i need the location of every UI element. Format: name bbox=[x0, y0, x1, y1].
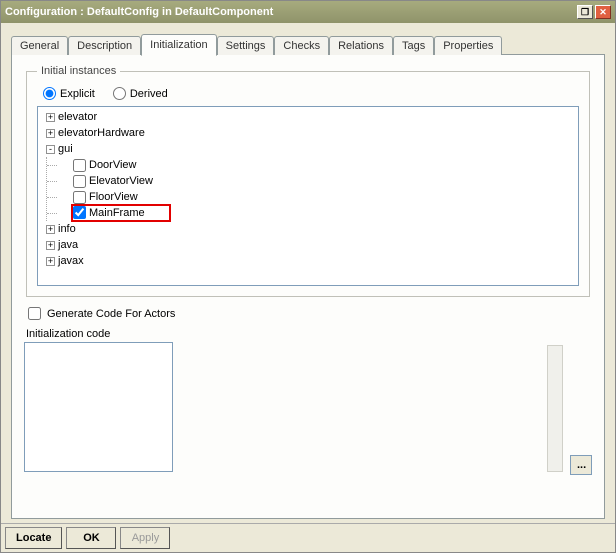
expand-icon[interactable]: + bbox=[46, 113, 55, 122]
tab-initialization[interactable]: Initialization bbox=[141, 34, 216, 56]
expand-icon[interactable]: + bbox=[46, 225, 55, 234]
tab-checks[interactable]: Checks bbox=[274, 36, 329, 55]
dialog-button-bar: Locate OK Apply bbox=[1, 523, 615, 552]
init-code-browse-button[interactable]: ... bbox=[570, 455, 592, 475]
tree-leaf-elevatorview[interactable]: ElevatorView bbox=[89, 175, 153, 187]
close-icon[interactable]: ✕ bbox=[595, 5, 611, 19]
tab-properties[interactable]: Properties bbox=[434, 36, 502, 55]
config-dialog: Configuration : DefaultConfig in Default… bbox=[0, 0, 616, 553]
init-code-textarea[interactable] bbox=[24, 342, 173, 472]
apply-button[interactable]: Apply bbox=[120, 527, 170, 549]
checkbox-doorview[interactable] bbox=[73, 159, 86, 172]
locate-button[interactable]: Locate bbox=[5, 527, 62, 549]
checkbox-floorview[interactable] bbox=[73, 191, 86, 204]
tab-general[interactable]: General bbox=[11, 36, 68, 55]
tab-settings[interactable]: Settings bbox=[217, 36, 275, 55]
tree-node-elevator[interactable]: elevator bbox=[58, 111, 97, 123]
init-code-label: Initialization code bbox=[26, 328, 590, 340]
window-title: Configuration : DefaultConfig in Default… bbox=[5, 6, 577, 18]
collapse-icon[interactable]: - bbox=[46, 145, 55, 154]
restore-icon[interactable]: ❐ bbox=[577, 5, 593, 19]
radio-explicit-text: Explicit bbox=[60, 88, 95, 100]
tab-tags[interactable]: Tags bbox=[393, 36, 434, 55]
tree-node-info[interactable]: info bbox=[58, 223, 76, 235]
tabstrip: General Description Initialization Setti… bbox=[11, 33, 605, 55]
tree-spacer bbox=[61, 161, 70, 170]
instance-mode-radios: Explicit Derived bbox=[37, 83, 579, 106]
expand-icon[interactable]: + bbox=[46, 241, 55, 250]
initial-instances-group: Initial instances Explicit Derived bbox=[26, 65, 590, 297]
radio-explicit-label[interactable]: Explicit bbox=[43, 87, 95, 100]
titlebar[interactable]: Configuration : DefaultConfig in Default… bbox=[1, 1, 615, 23]
tab-description[interactable]: Description bbox=[68, 36, 141, 55]
tab-relations[interactable]: Relations bbox=[329, 36, 393, 55]
expand-icon[interactable]: + bbox=[46, 129, 55, 138]
generate-actors-label: Generate Code For Actors bbox=[47, 308, 175, 320]
tree-node-java[interactable]: java bbox=[58, 239, 78, 251]
tree-leaf-doorview[interactable]: DoorView bbox=[89, 159, 137, 171]
highlight-mainframe: MainFrame bbox=[71, 204, 171, 222]
tab-page-initialization: Initial instances Explicit Derived bbox=[11, 54, 605, 519]
tree-leaf-floorview[interactable]: FloorView bbox=[89, 191, 138, 203]
initial-instances-legend: Initial instances bbox=[37, 65, 120, 77]
tree-spacer bbox=[61, 177, 70, 186]
tree-node-elevatorhardware[interactable]: elevatorHardware bbox=[58, 127, 145, 139]
tree-spacer bbox=[61, 209, 70, 218]
tree-leaf-mainframe[interactable]: MainFrame bbox=[89, 207, 145, 219]
checkbox-generate-actors[interactable] bbox=[28, 307, 41, 320]
expand-icon[interactable]: + bbox=[46, 257, 55, 266]
radio-derived-text: Derived bbox=[130, 88, 168, 100]
radio-explicit[interactable] bbox=[43, 87, 56, 100]
instance-tree[interactable]: + elevator + elevatorHardware bbox=[37, 106, 579, 286]
tree-node-gui[interactable]: gui bbox=[58, 143, 73, 155]
radio-derived[interactable] bbox=[113, 87, 126, 100]
radio-derived-label[interactable]: Derived bbox=[113, 87, 168, 100]
checkbox-elevatorview[interactable] bbox=[73, 175, 86, 188]
checkbox-mainframe[interactable] bbox=[73, 206, 86, 219]
tree-node-javax[interactable]: javax bbox=[58, 255, 84, 267]
ok-button[interactable]: OK bbox=[66, 527, 116, 549]
tree-spacer bbox=[61, 193, 70, 202]
scrollbar[interactable] bbox=[547, 345, 563, 472]
